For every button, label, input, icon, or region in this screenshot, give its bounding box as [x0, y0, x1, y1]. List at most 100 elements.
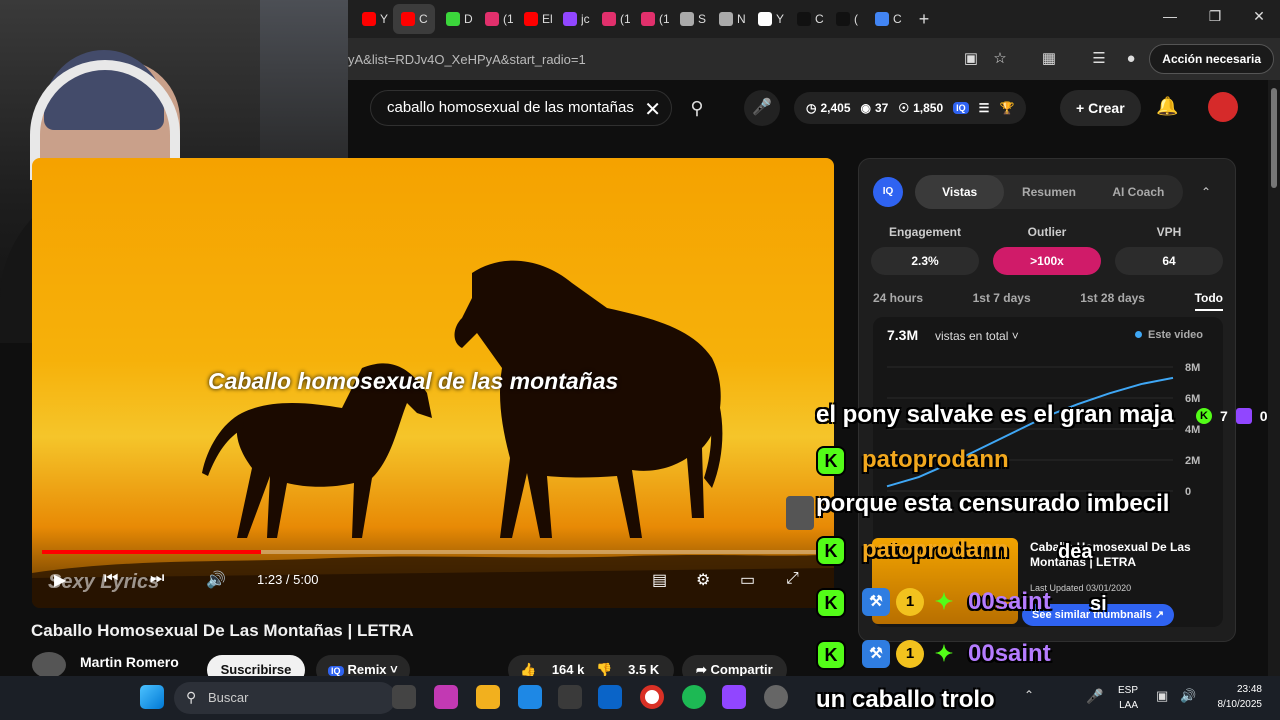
taskbar-search-icon: ⚲	[186, 689, 197, 705]
channel-avatar[interactable]	[32, 652, 66, 678]
settings-icon[interactable]	[764, 685, 788, 709]
video-progress-bar[interactable]	[42, 550, 824, 554]
kick-badge-icon: K	[816, 640, 846, 670]
maximize-button[interactable]: ❐	[1205, 8, 1225, 25]
browser-tab[interactable]: D	[438, 4, 474, 34]
tab-favicon-icon	[797, 12, 811, 26]
browser-tab[interactable]: El	[516, 4, 552, 34]
tab-favicon-icon	[719, 12, 733, 26]
clock-date[interactable]: 8/10/2025	[1196, 699, 1263, 710]
network-icon[interactable]: ▣	[1156, 688, 1168, 704]
stat-views: ◷ 2,405	[806, 101, 851, 115]
tab-favicon-icon	[641, 12, 655, 26]
search-box[interactable]: ✕	[370, 90, 672, 126]
store-icon[interactable]	[558, 685, 582, 709]
sub-badge-icon: 1	[896, 640, 924, 668]
profile-icon[interactable]: ●	[1122, 50, 1140, 68]
search-input[interactable]	[387, 99, 637, 116]
minimize-button[interactable]: —	[1160, 8, 1180, 24]
bookmark-star-icon[interactable]: ☆	[991, 50, 1009, 68]
range-24h[interactable]: 24 hours	[873, 291, 923, 311]
install-app-icon[interactable]: ▣	[962, 50, 980, 68]
views-selector[interactable]: vistas en total ˅	[935, 329, 1019, 343]
clock-time[interactable]: 23:48	[1196, 684, 1262, 695]
y-tick-label: 8M	[1185, 362, 1200, 374]
clear-search-icon[interactable]: ✕	[644, 97, 661, 122]
browser-tab[interactable]: (1	[477, 4, 513, 34]
voice-search-icon[interactable]: 🎤	[744, 90, 780, 126]
close-window-button[interactable]: ✕	[1249, 8, 1269, 25]
previous-icon[interactable]: ⏮	[104, 570, 118, 588]
browser-tab[interactable]: C	[789, 4, 825, 34]
account-avatar[interactable]	[1208, 92, 1238, 122]
browser-tab[interactable]: N	[711, 4, 747, 34]
play-icon[interactable]: ▶	[54, 570, 66, 590]
tray-chevron-icon[interactable]: ⌃	[1024, 688, 1034, 702]
address-bar[interactable]: yA&list=RDJv4O_XeHPyA&start_radio=1	[348, 38, 1280, 80]
browser-tab[interactable]: Y	[750, 4, 786, 34]
volume-tray-icon[interactable]: 🔊	[1180, 688, 1196, 704]
scrollbar-thumb[interactable]	[1271, 88, 1277, 188]
chat-message-2: porque esta censurado imbecil	[816, 490, 1170, 517]
range-7d[interactable]: 1st 7 days	[973, 291, 1031, 311]
browser-tab[interactable]: Y	[354, 4, 390, 34]
create-button[interactable]: + Crear	[1060, 90, 1141, 126]
range-28d[interactable]: 1st 28 days	[1080, 291, 1145, 311]
mic-tray-icon[interactable]: 🎤	[1086, 688, 1103, 705]
create-label: Crear	[1088, 100, 1125, 116]
file-explorer-icon[interactable]	[476, 685, 500, 709]
chat-username: patoprodann	[862, 446, 1009, 473]
next-icon[interactable]: ⏭	[150, 570, 164, 588]
start-icon[interactable]	[140, 685, 164, 709]
search-button[interactable]: ⚲	[674, 90, 720, 126]
lang-top[interactable]: ESP	[1110, 685, 1138, 696]
tab-favicon-icon	[446, 12, 460, 26]
channel-name[interactable]: Martin Romero	[80, 654, 179, 670]
spotify-icon[interactable]	[682, 685, 706, 709]
taskbar-search[interactable]: Buscar	[174, 682, 396, 714]
browser-tab[interactable]: (	[828, 4, 864, 34]
action-needed-button[interactable]: Acción necesaria	[1149, 44, 1274, 74]
theater-mode-icon[interactable]: ▭	[740, 570, 755, 590]
browser-tab[interactable]: C	[867, 4, 903, 34]
chat-message-4: si	[1090, 593, 1107, 615]
browser-tab[interactable]: jc	[555, 4, 591, 34]
fullscreen-icon[interactable]: ⤢	[786, 570, 799, 588]
range-all[interactable]: Todo	[1194, 291, 1223, 311]
taskbar: Buscar ⚲ ⌃ 🎤 ESP LAA ▣ 🔊 23:48 8/10/2025	[0, 676, 1280, 720]
chrome-icon[interactable]	[640, 685, 664, 709]
notifications-bell-icon[interactable]: 🔔	[1156, 96, 1178, 117]
page-scrollbar[interactable]	[1268, 80, 1280, 676]
collapse-icon[interactable]: ⌃	[1201, 185, 1211, 199]
volume-icon[interactable]: 🔊	[206, 570, 226, 590]
new-tab-button[interactable]: +	[912, 9, 936, 30]
vidiq-small-icon: IQ	[328, 666, 344, 676]
task-view-icon[interactable]	[392, 685, 416, 709]
extensions-icon[interactable]: ▦	[1040, 50, 1058, 68]
browser-tab[interactable]: C	[393, 4, 435, 34]
url-text[interactable]: yA&list=RDJv4O_XeHPyA&start_radio=1	[348, 52, 586, 67]
browser-tab[interactable]: S	[672, 4, 708, 34]
lang-bottom[interactable]: LAA	[1110, 700, 1138, 711]
media-control-icon[interactable]: ☰	[1090, 50, 1108, 68]
tab-ai-coach[interactable]: AI Coach	[1094, 175, 1183, 209]
chat-username: 00saint	[968, 588, 1051, 615]
settings-gear-icon[interactable]: ⚙	[696, 570, 710, 590]
tab-vistas[interactable]: Vistas	[915, 175, 1005, 209]
browser-tab[interactable]: (1	[594, 4, 630, 34]
list-icon[interactable]: ☰	[979, 101, 990, 115]
app-icon-2[interactable]	[722, 685, 746, 709]
browser-tab[interactable]: (1	[633, 4, 669, 34]
total-views: 7.3M	[887, 327, 919, 343]
video-player[interactable]: Caballo homosexual de las montañas Sexy …	[32, 158, 834, 608]
edge-icon[interactable]	[518, 685, 542, 709]
trophy-icon[interactable]: 🏆	[999, 101, 1014, 115]
stat-likes: ◉ 37	[860, 101, 889, 115]
kick-viewers: 7	[1220, 408, 1228, 424]
tab-resumen[interactable]: Resumen	[1004, 175, 1093, 209]
app-icon-1[interactable]	[434, 685, 458, 709]
subtitles-icon[interactable]: ▤	[652, 570, 667, 590]
vidiq-icon[interactable]: IQ	[953, 102, 969, 114]
legend-label: Este video	[1148, 329, 1204, 341]
outlook-icon[interactable]	[598, 685, 622, 709]
